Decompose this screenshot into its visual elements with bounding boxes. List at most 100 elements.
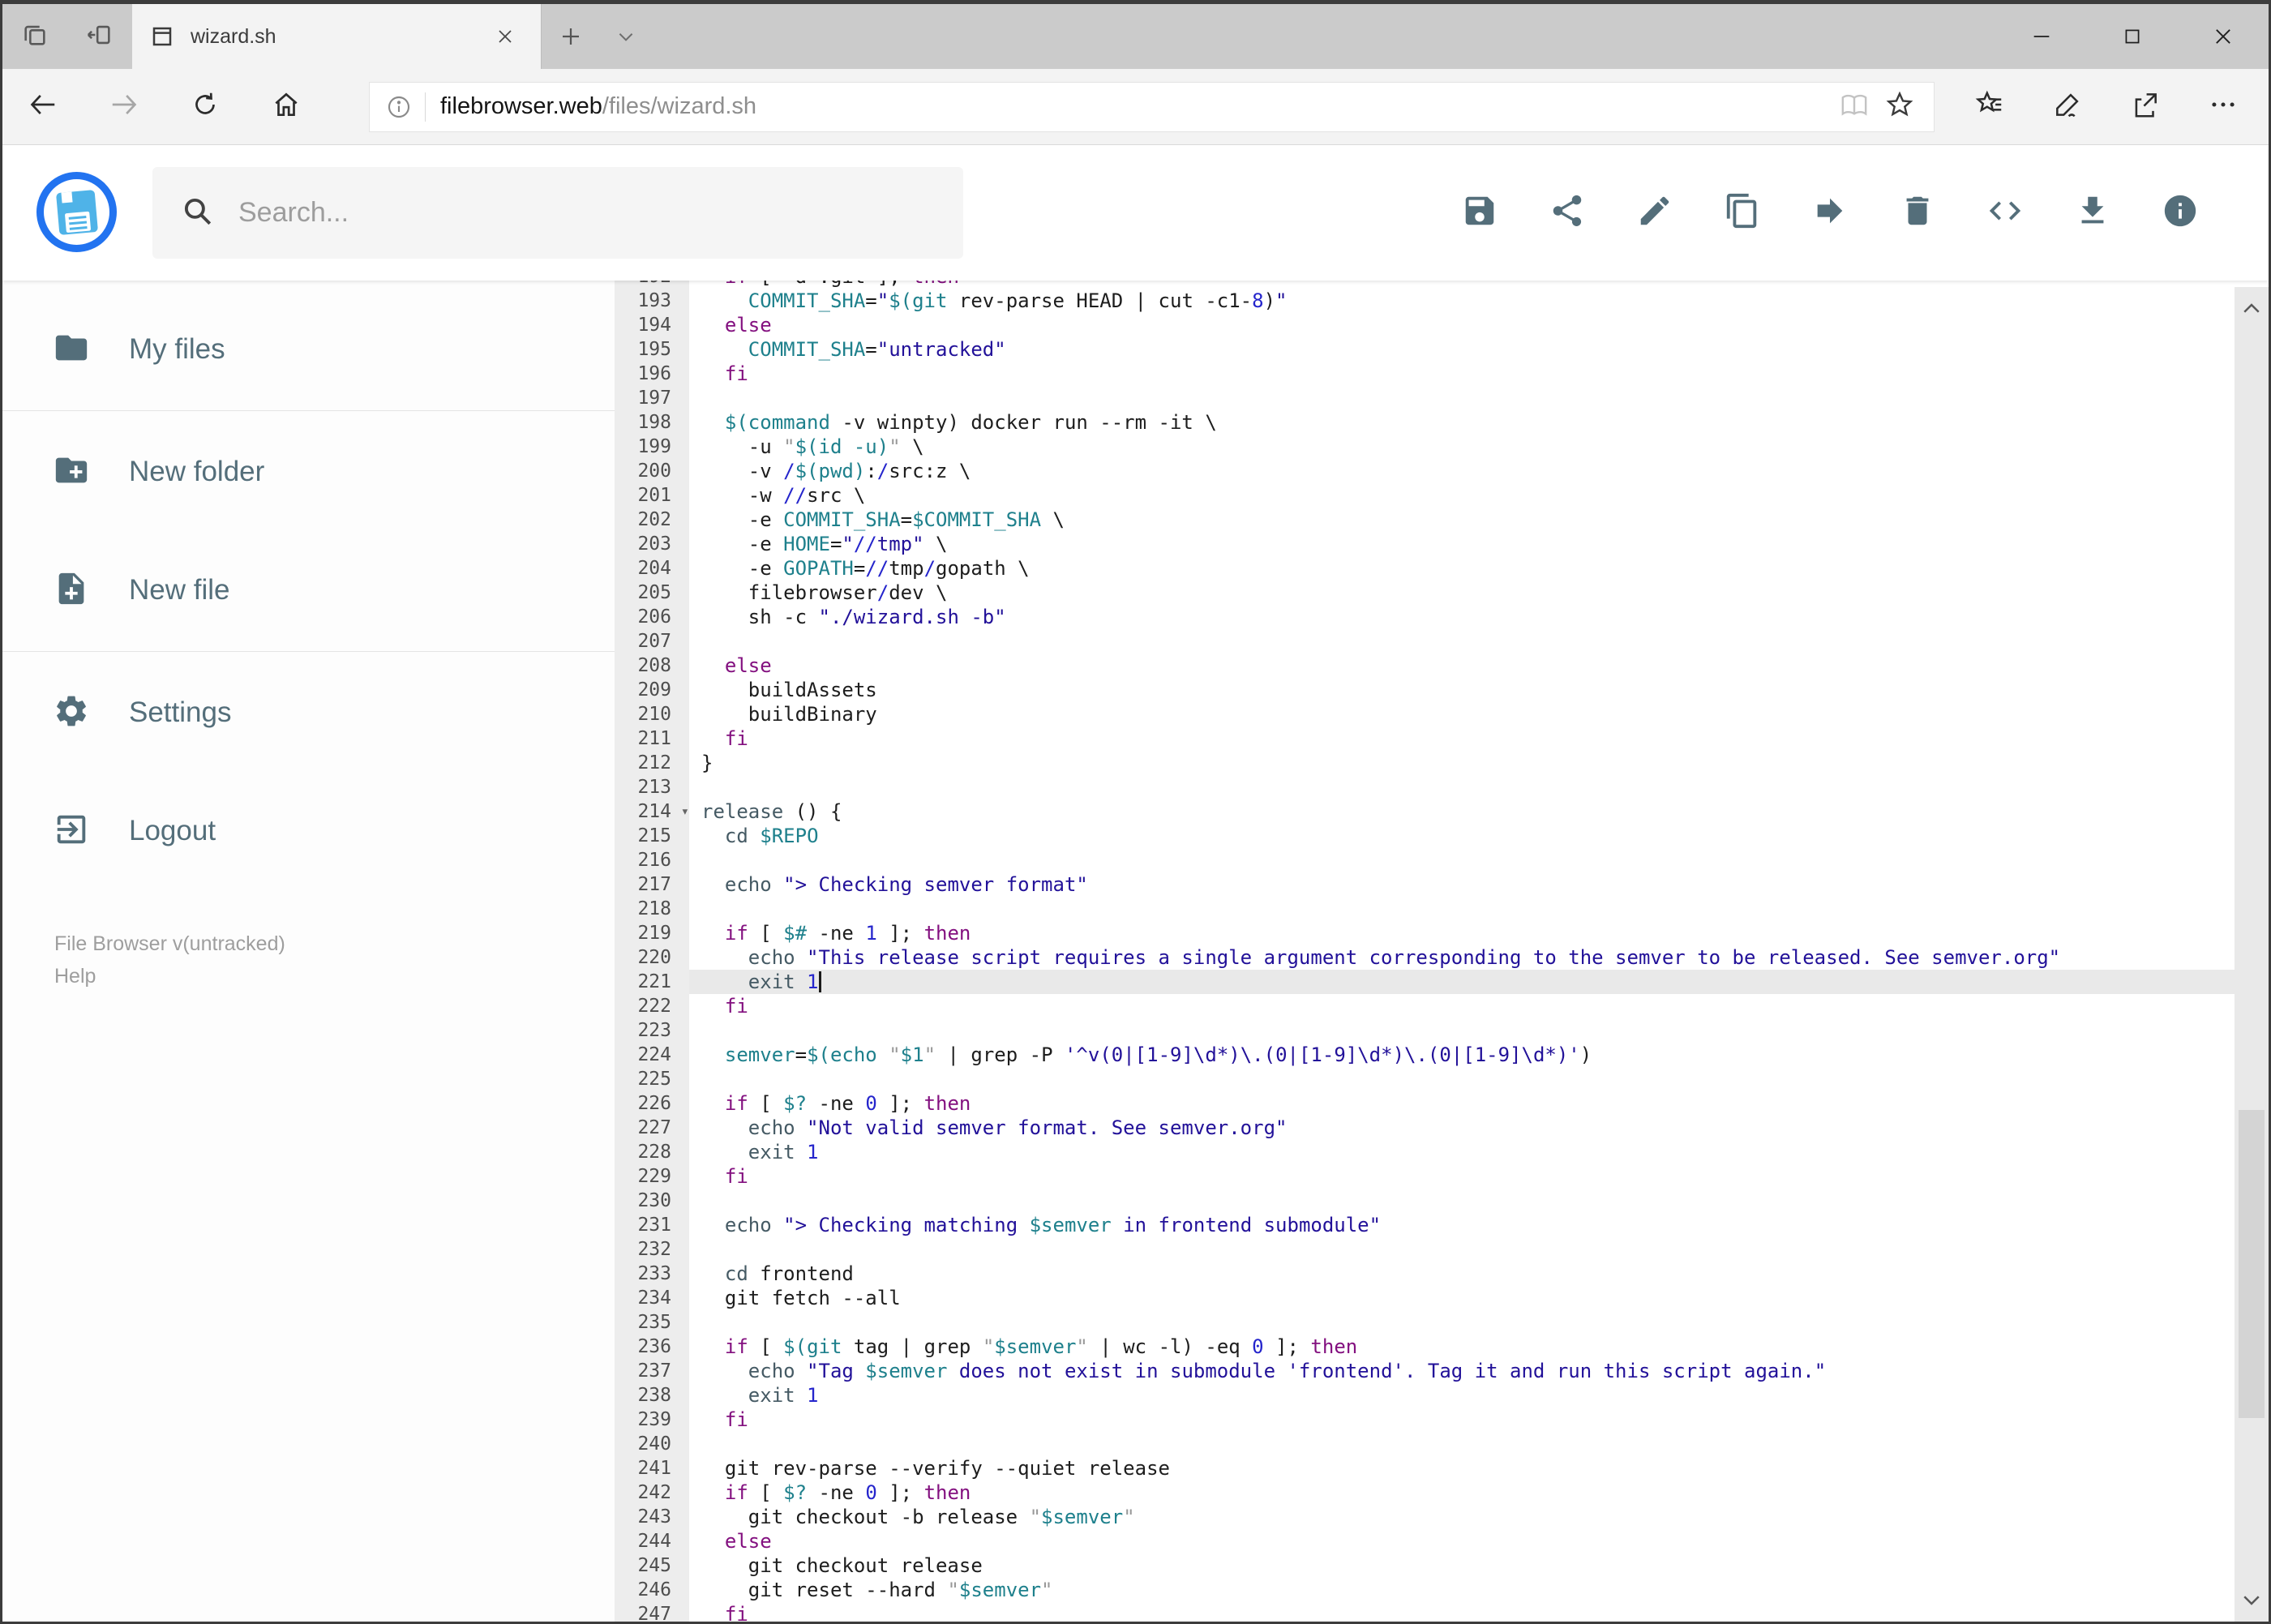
search-input[interactable] — [238, 197, 936, 229]
code-line[interactable]: 210 buildBinary — [615, 702, 2269, 726]
code-line[interactable]: 193 COMMIT_SHA="$(git rev-parse HEAD | c… — [615, 289, 2269, 313]
code-line[interactable]: 208 else — [615, 653, 2269, 678]
code-line[interactable]: 204 -e GOPATH=//tmp/gopath \ — [615, 556, 2269, 581]
code-line[interactable]: 245 git checkout release — [615, 1553, 2269, 1578]
code-line[interactable]: 239 fi — [615, 1408, 2269, 1432]
code-line[interactable]: 238 exit 1 — [615, 1383, 2269, 1408]
scroll-up-chevron-icon[interactable] — [2235, 290, 2269, 328]
download-button[interactable] — [2049, 168, 2136, 259]
home-button[interactable] — [246, 69, 327, 145]
code-line[interactable]: 247 fi — [615, 1602, 2269, 1622]
code-line[interactable]: 221 exit 1 — [615, 970, 2269, 994]
code-line[interactable]: 198 $(command -v winpty) docker run --rm… — [615, 410, 2269, 435]
code-line[interactable]: 231 echo "> Checking matching $semver in… — [615, 1213, 2269, 1237]
more-options-button[interactable] — [2184, 69, 2262, 145]
set-tabs-aside-button[interactable] — [67, 4, 132, 69]
edit-button[interactable] — [1611, 168, 1699, 259]
code-line[interactable]: 209 buildAssets — [615, 678, 2269, 702]
code-line[interactable]: 213 — [615, 775, 2269, 799]
code-line[interactable]: 234 git fetch --all — [615, 1286, 2269, 1310]
code-line[interactable]: 201 -w //src \ — [615, 483, 2269, 508]
code-line[interactable]: 200 -v /$(pwd):/src:z \ — [615, 459, 2269, 483]
add-favorite-button[interactable] — [1877, 90, 1922, 123]
code-line[interactable]: 232 — [615, 1237, 2269, 1262]
fold-arrow-icon[interactable]: ▾ — [681, 799, 689, 824]
code-line[interactable]: 218 — [615, 897, 2269, 921]
code-line[interactable]: 196 fi — [615, 362, 2269, 386]
code-line[interactable]: 242 if [ $? -ne 0 ]; then — [615, 1480, 2269, 1505]
page-scrollbar[interactable] — [2235, 287, 2269, 1622]
code-editor[interactable]: 192 if [ -d .git ]; then193 COMMIT_SHA="… — [615, 281, 2269, 1622]
code-line[interactable]: 192 if [ -d .git ]; then — [615, 281, 2269, 289]
search-box[interactable] — [152, 167, 963, 259]
code-line[interactable]: 246 git reset --hard "$semver" — [615, 1578, 2269, 1602]
filebrowser-logo[interactable] — [36, 172, 117, 252]
code-line[interactable]: 224 semver=$(echo "$1" | grep -P '^v(0|[… — [615, 1043, 2269, 1067]
sidebar-item-logout[interactable]: Logout — [2, 772, 615, 890]
refresh-button[interactable] — [165, 69, 246, 145]
tab-list-chevron-icon[interactable] — [600, 4, 652, 69]
share-button[interactable] — [1523, 168, 1611, 259]
scroll-down-chevron-icon[interactable] — [2235, 1581, 2269, 1618]
sidebar-item-settings[interactable]: Settings — [2, 653, 615, 772]
code-line[interactable]: 202 -e COMMIT_SHA=$COMMIT_SHA \ — [615, 508, 2269, 532]
back-button[interactable] — [2, 69, 84, 145]
code-line[interactable]: 207 — [615, 629, 2269, 653]
tab-preview-button[interactable] — [2, 4, 67, 69]
code-line[interactable]: 219 if [ $# -ne 1 ]; then — [615, 921, 2269, 945]
reading-view-button[interactable] — [1832, 91, 1877, 122]
sidebar-item-new-folder[interactable]: New folder — [2, 413, 615, 531]
sidebar-item-new-file[interactable]: New file — [2, 531, 615, 649]
code-line[interactable]: 236 if [ $(git tag | grep "$semver" | wc… — [615, 1335, 2269, 1359]
code-view-button[interactable] — [1961, 168, 2049, 259]
window-minimize-button[interactable] — [1996, 4, 2087, 69]
tab-close-icon[interactable] — [487, 19, 523, 54]
sidebar-item-my-files[interactable]: My files — [2, 290, 615, 409]
delete-button[interactable] — [1874, 168, 1961, 259]
code-line[interactable]: 197 — [615, 386, 2269, 410]
code-line[interactable]: 214 ▾ release () { — [615, 799, 2269, 824]
site-info-icon[interactable] — [381, 94, 417, 120]
code-line[interactable]: 244 else — [615, 1529, 2269, 1553]
window-close-button[interactable] — [2178, 4, 2269, 69]
code-line[interactable]: 243 git checkout -b release "$semver" — [615, 1505, 2269, 1529]
new-tab-button[interactable] — [542, 4, 600, 69]
code-line[interactable]: 233 cd frontend — [615, 1262, 2269, 1286]
hub-favorites-button[interactable] — [1951, 69, 2029, 145]
annotate-button[interactable] — [2029, 69, 2106, 145]
code-line[interactable]: 227 echo "Not valid semver format. See s… — [615, 1116, 2269, 1140]
code-line[interactable]: 226 if [ $? -ne 0 ]; then — [615, 1091, 2269, 1116]
code-line[interactable]: 216 — [615, 848, 2269, 872]
move-button[interactable] — [1786, 168, 1874, 259]
code-line[interactable]: 203 -e HOME="//tmp" \ — [615, 532, 2269, 556]
tab-wizard-sh[interactable]: wizard.sh — [132, 4, 542, 69]
code-line[interactable]: 222 fi — [615, 994, 2269, 1018]
code-line[interactable]: 194 else — [615, 313, 2269, 337]
code-line[interactable]: 237 echo "Tag $semver does not exist in … — [615, 1359, 2269, 1383]
forward-button[interactable] — [84, 69, 165, 145]
code-line[interactable]: 199 -u "$(id -u)" \ — [615, 435, 2269, 459]
code-line[interactable]: 217 echo "> Checking semver format" — [615, 872, 2269, 897]
code-line[interactable]: 241 git rev-parse --verify --quiet relea… — [615, 1456, 2269, 1480]
copy-button[interactable] — [1699, 168, 1786, 259]
code-line[interactable]: 220 echo "This release script requires a… — [615, 945, 2269, 970]
window-maximize-button[interactable] — [2087, 4, 2178, 69]
code-line[interactable]: 228 exit 1 — [615, 1140, 2269, 1164]
code-line[interactable]: 235 — [615, 1310, 2269, 1335]
code-line[interactable]: 240 — [615, 1432, 2269, 1456]
help-link[interactable]: Help — [54, 960, 615, 992]
share-page-button[interactable] — [2106, 69, 2184, 145]
save-button[interactable] — [1436, 168, 1523, 259]
address-bar[interactable]: filebrowser.web/files/wizard.sh — [369, 81, 1935, 132]
url-text[interactable]: filebrowser.web/files/wizard.sh — [440, 93, 756, 120]
code-line[interactable]: 206 sh -c "./wizard.sh -b" — [615, 605, 2269, 629]
code-line[interactable]: 230 — [615, 1189, 2269, 1213]
code-line[interactable]: 229 fi — [615, 1164, 2269, 1189]
scrollbar-thumb[interactable] — [2239, 1110, 2265, 1418]
info-button[interactable] — [2136, 168, 2224, 259]
code-line[interactable]: 211 fi — [615, 726, 2269, 751]
code-line[interactable]: 225 — [615, 1067, 2269, 1091]
code-line[interactable]: 205 filebrowser/dev \ — [615, 581, 2269, 605]
code-line[interactable]: 215 cd $REPO — [615, 824, 2269, 848]
code-line[interactable]: 223 — [615, 1018, 2269, 1043]
